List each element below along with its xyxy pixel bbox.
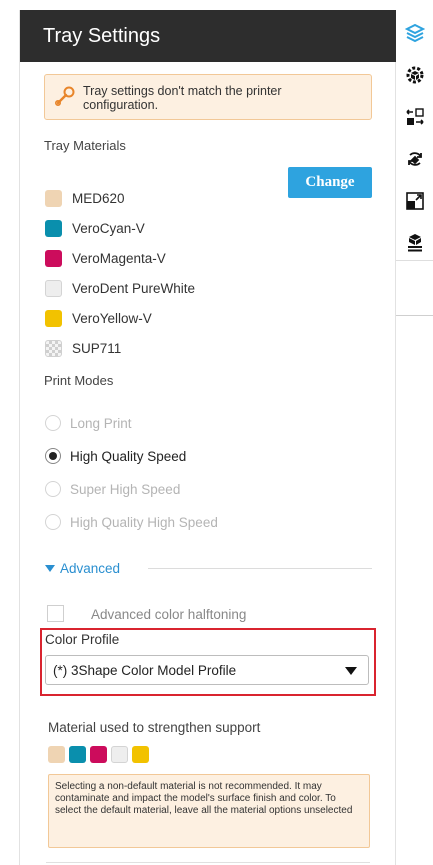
material-item: VeroDent PureWhite: [45, 279, 195, 297]
caret-down-icon: [45, 564, 55, 572]
material-item: VeroYellow-V: [45, 309, 152, 327]
right-toolbar: [396, 10, 433, 316]
cube-gear-icon[interactable]: [396, 56, 433, 94]
radio-button[interactable]: [45, 448, 61, 464]
support-swatch[interactable]: [69, 746, 86, 763]
dropdown-arrow-icon: [345, 667, 357, 675]
material-name: VeroMagenta-V: [72, 250, 166, 266]
halftoning-label: Advanced color halftoning: [91, 607, 247, 622]
toolbar-bottom-divider: [396, 315, 433, 316]
bottom-divider: [46, 862, 370, 863]
material-item: VeroCyan-V: [45, 219, 145, 237]
panel-title: Tray Settings: [43, 24, 161, 47]
material-name: MED620: [72, 190, 125, 206]
radio-button[interactable]: [45, 415, 61, 431]
toolbar-separator: [396, 260, 433, 261]
material-name: VeroCyan-V: [72, 220, 145, 236]
print-mode-label: Long Print: [70, 415, 132, 431]
print-mode-label: High Quality High Speed: [70, 514, 218, 530]
panel-header: Tray Settings: [20, 10, 396, 62]
print-mode-option[interactable]: Long Print: [45, 413, 132, 433]
rotate-icon[interactable]: [396, 140, 433, 178]
mismatch-warning: Tray settings don't match the printer co…: [44, 74, 372, 120]
support-swatches: [48, 746, 153, 763]
material-swatch: [45, 189, 62, 207]
material-swatch: [45, 309, 62, 327]
material-name: SUP711: [72, 340, 122, 356]
layers-icon[interactable]: [396, 14, 433, 52]
tray-settings-panel: Tray Settings Tray settings don't match …: [19, 10, 396, 865]
material-swatch: [45, 339, 62, 357]
material-name: VeroYellow-V: [72, 310, 152, 326]
material-swatch: [45, 249, 62, 267]
material-item: VeroMagenta-V: [45, 249, 166, 267]
color-profile-label: Color Profile: [45, 632, 120, 647]
material-item: SUP711: [45, 339, 121, 357]
print-mode-option[interactable]: High Quality High Speed: [45, 512, 218, 532]
warning-text: Tray settings don't match the printer co…: [83, 84, 282, 112]
support-swatch[interactable]: [90, 746, 107, 763]
print-mode-option[interactable]: High Quality Speed: [45, 446, 186, 466]
color-profile-value: (*) 3Shape Color Model Profile: [53, 662, 237, 678]
print-mode-label: Super High Speed: [70, 481, 181, 497]
support-material-label: Material used to strengthen support: [48, 720, 261, 735]
arrange-icon[interactable]: [396, 98, 433, 136]
advanced-toggle[interactable]: Advanced: [45, 561, 120, 576]
material-item: MED620: [45, 189, 125, 207]
scale-icon[interactable]: [396, 182, 433, 220]
halftoning-checkbox[interactable]: [47, 605, 64, 622]
tray-materials-label: Tray Materials: [44, 138, 126, 153]
radio-button[interactable]: [45, 481, 61, 497]
advanced-divider: [148, 568, 372, 569]
wrench-icon: [54, 86, 75, 107]
material-swatch: [45, 219, 62, 237]
change-button[interactable]: Change: [288, 167, 372, 198]
radio-button[interactable]: [45, 514, 61, 530]
print-modes-label: Print Modes: [44, 373, 114, 388]
color-profile-select[interactable]: (*) 3Shape Color Model Profile: [45, 655, 369, 685]
support-warning-note: Selecting a non-default material is not …: [48, 774, 370, 848]
advanced-label: Advanced: [60, 561, 121, 576]
support-swatch[interactable]: [111, 746, 128, 763]
support-swatch[interactable]: [48, 746, 65, 763]
print-mode-label: High Quality Speed: [70, 448, 187, 464]
tray-stack-icon[interactable]: [396, 224, 433, 262]
material-name: VeroDent PureWhite: [72, 280, 196, 296]
material-swatch: [45, 279, 62, 297]
support-swatch[interactable]: [132, 746, 149, 763]
print-mode-option[interactable]: Super High Speed: [45, 479, 180, 499]
